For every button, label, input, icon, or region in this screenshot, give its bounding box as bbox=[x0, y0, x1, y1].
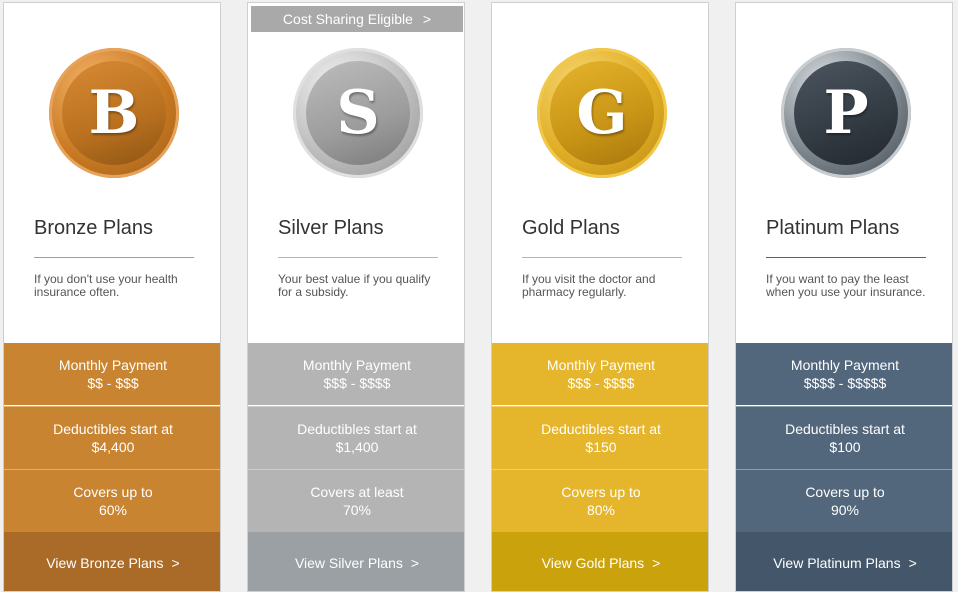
deductible-value: $100 bbox=[829, 439, 861, 455]
chevron-right-icon: > bbox=[652, 554, 661, 571]
monthly-payment-row: Monthly Payment $$$ - $$$$ bbox=[248, 343, 464, 405]
deductible-value: $1,400 bbox=[335, 439, 379, 455]
plan-title: Gold Plans bbox=[522, 217, 620, 239]
plan-description: Your best value if you qualify for a sub… bbox=[278, 272, 431, 299]
plan-card-gold: G Gold Plans If you visit the doctor and… bbox=[491, 2, 709, 592]
coverage-label: Covers at least bbox=[310, 484, 404, 500]
plan-description: If you don't use your health insurance o… bbox=[34, 272, 178, 299]
bronze-medal-icon: B bbox=[49, 48, 179, 178]
monthly-payment-row: Monthly Payment $$$ - $$$$ bbox=[492, 343, 708, 405]
deductible-label: Deductibles start at bbox=[53, 421, 173, 437]
monthly-payment-row: Monthly Payment $$$$ - $$$$$ bbox=[736, 343, 952, 405]
monthly-payment-label: Monthly Payment bbox=[546, 357, 656, 373]
chevron-right-icon: > bbox=[422, 11, 432, 27]
coverage-value: 70% bbox=[342, 502, 372, 518]
monthly-payment-label: Monthly Payment bbox=[58, 357, 168, 373]
coverage-row: Covers up to 90% bbox=[736, 469, 952, 532]
plan-card-platinum: P Platinum Plans If you want to pay the … bbox=[735, 2, 953, 592]
medal-letter: G bbox=[550, 61, 654, 165]
coverage-label: Covers up to bbox=[561, 484, 641, 500]
coverage-row: Covers up to 60% bbox=[4, 469, 220, 532]
plan-description: If you visit the doctor and pharmacy reg… bbox=[522, 272, 656, 299]
deductible-row: Deductibles start at $4,400 bbox=[4, 406, 220, 469]
deductible-label: Deductibles start at bbox=[785, 421, 905, 437]
cta-label: View Platinum Plans bbox=[773, 554, 901, 571]
deductible-row: Deductibles start at $1,400 bbox=[248, 406, 464, 469]
coverage-value: 60% bbox=[98, 502, 128, 518]
coverage-row: Covers at least 70% bbox=[248, 469, 464, 532]
medal-letter: P bbox=[794, 61, 898, 165]
deductible-row: Deductibles start at $100 bbox=[736, 406, 952, 469]
coverage-label: Covers up to bbox=[73, 484, 153, 500]
divider bbox=[522, 257, 682, 258]
plan-card-bronze: B Bronze Plans If you don't use your hea… bbox=[3, 2, 221, 592]
chevron-right-icon: > bbox=[410, 554, 420, 571]
monthly-payment-value: $$$$ - $$$$$ bbox=[803, 375, 887, 391]
chevron-right-icon: > bbox=[908, 554, 917, 571]
view-gold-plans-button[interactable]: View Gold Plans > bbox=[492, 532, 708, 591]
monthly-payment-value: $$$ - $$$$ bbox=[567, 375, 635, 391]
silver-medal-icon: S bbox=[293, 48, 423, 178]
cta-label: View Gold Plans bbox=[541, 554, 645, 571]
plan-description: If you want to pay the least when you us… bbox=[766, 272, 926, 299]
view-bronze-plans-button[interactable]: View Bronze Plans > bbox=[4, 532, 220, 591]
coverage-row: Covers up to 80% bbox=[492, 469, 708, 532]
gold-medal-icon: G bbox=[537, 48, 667, 178]
coverage-value: 90% bbox=[830, 502, 860, 518]
cost-sharing-eligible-link[interactable]: Cost Sharing Eligible > bbox=[251, 6, 463, 32]
platinum-medal-icon: P bbox=[781, 48, 911, 178]
plan-title: Platinum Plans bbox=[766, 217, 900, 239]
monthly-payment-label: Monthly Payment bbox=[790, 357, 900, 373]
chevron-right-icon: > bbox=[171, 554, 180, 571]
deductible-value: $150 bbox=[585, 439, 617, 455]
view-silver-plans-button[interactable]: View Silver Plans > bbox=[248, 532, 464, 591]
deductible-label: Deductibles start at bbox=[297, 421, 417, 437]
cta-label: View Bronze Plans bbox=[46, 554, 164, 571]
cta-label: View Silver Plans bbox=[294, 554, 403, 571]
plan-title: Silver Plans bbox=[278, 217, 384, 239]
monthly-payment-label: Monthly Payment bbox=[302, 357, 412, 373]
coverage-value: 80% bbox=[586, 502, 616, 518]
medal-letter: S bbox=[306, 61, 410, 165]
deductible-label: Deductibles start at bbox=[541, 421, 661, 437]
divider bbox=[766, 257, 926, 258]
monthly-payment-row: Monthly Payment $$ - $$$ bbox=[4, 343, 220, 405]
monthly-payment-value: $$$ - $$$$ bbox=[323, 375, 391, 391]
deductible-row: Deductibles start at $150 bbox=[492, 406, 708, 469]
cost-sharing-label: Cost Sharing Eligible bbox=[282, 11, 413, 27]
coverage-label: Covers up to bbox=[805, 484, 885, 500]
medal-letter: B bbox=[62, 61, 166, 165]
plan-title: Bronze Plans bbox=[34, 217, 153, 239]
deductible-value: $4,400 bbox=[91, 439, 135, 455]
monthly-payment-value: $$ - $$$ bbox=[87, 375, 139, 391]
view-platinum-plans-button[interactable]: View Platinum Plans > bbox=[736, 532, 952, 591]
divider bbox=[34, 257, 194, 258]
plan-card-silver: Cost Sharing Eligible > S Silver Plans Y… bbox=[247, 2, 465, 592]
divider bbox=[278, 257, 438, 258]
